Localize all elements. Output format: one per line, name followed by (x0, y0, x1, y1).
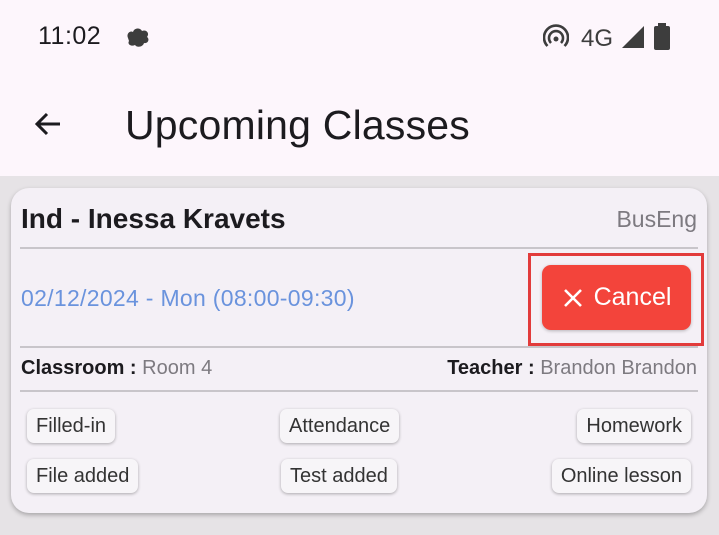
status-time: 11:02 (38, 22, 102, 50)
status-bar: 11:02 4G (0, 0, 719, 78)
tag-homework: Homework (577, 409, 691, 443)
tag-online-lesson: Online lesson (551, 459, 691, 493)
cancel-label: Cancel (593, 283, 672, 311)
classroom-label: Classroom : (21, 357, 143, 379)
class-card[interactable]: Ind - Inessa Kravets BusEng 02/12/2024 -… (11, 188, 707, 513)
tag-filled-in: Filled-in (27, 409, 116, 443)
tag-attendance: Attendance (280, 409, 400, 443)
page-title: Upcoming Classes (125, 102, 470, 148)
notification-creature-icon (124, 26, 152, 55)
back-button[interactable] (26, 102, 70, 146)
cancel-button[interactable]: Cancel (542, 265, 691, 330)
class-list: Ind - Inessa Kravets BusEng 02/12/2024 -… (0, 176, 719, 535)
divider (20, 247, 698, 249)
teacher-value: Brandon Brandon (540, 357, 697, 379)
tag-test-added: Test added (281, 459, 397, 493)
tag-file-added: File added (27, 459, 139, 493)
class-title: Ind - Inessa Kravets (21, 203, 286, 234)
divider (20, 346, 698, 348)
classroom-value: Room 4 (142, 357, 213, 379)
close-icon (563, 288, 582, 307)
divider (20, 390, 698, 392)
app-bar: Upcoming Classes (0, 78, 719, 176)
network-label: 4G (580, 25, 613, 52)
arrow-left-icon (34, 112, 60, 136)
teacher-label: Teacher : (447, 357, 541, 379)
class-date-time: 02/12/2024 - Mon (08:00-09:30) (21, 285, 355, 311)
class-subject: BusEng (616, 206, 697, 232)
battery-icon (653, 22, 671, 56)
hotspot-icon (542, 23, 570, 55)
classroom-info: Classroom : Room 4 (21, 357, 212, 380)
signal-icon (621, 25, 645, 54)
status-icons: 4G (542, 22, 671, 56)
teacher-info: Teacher : Brandon Brandon (447, 357, 697, 380)
